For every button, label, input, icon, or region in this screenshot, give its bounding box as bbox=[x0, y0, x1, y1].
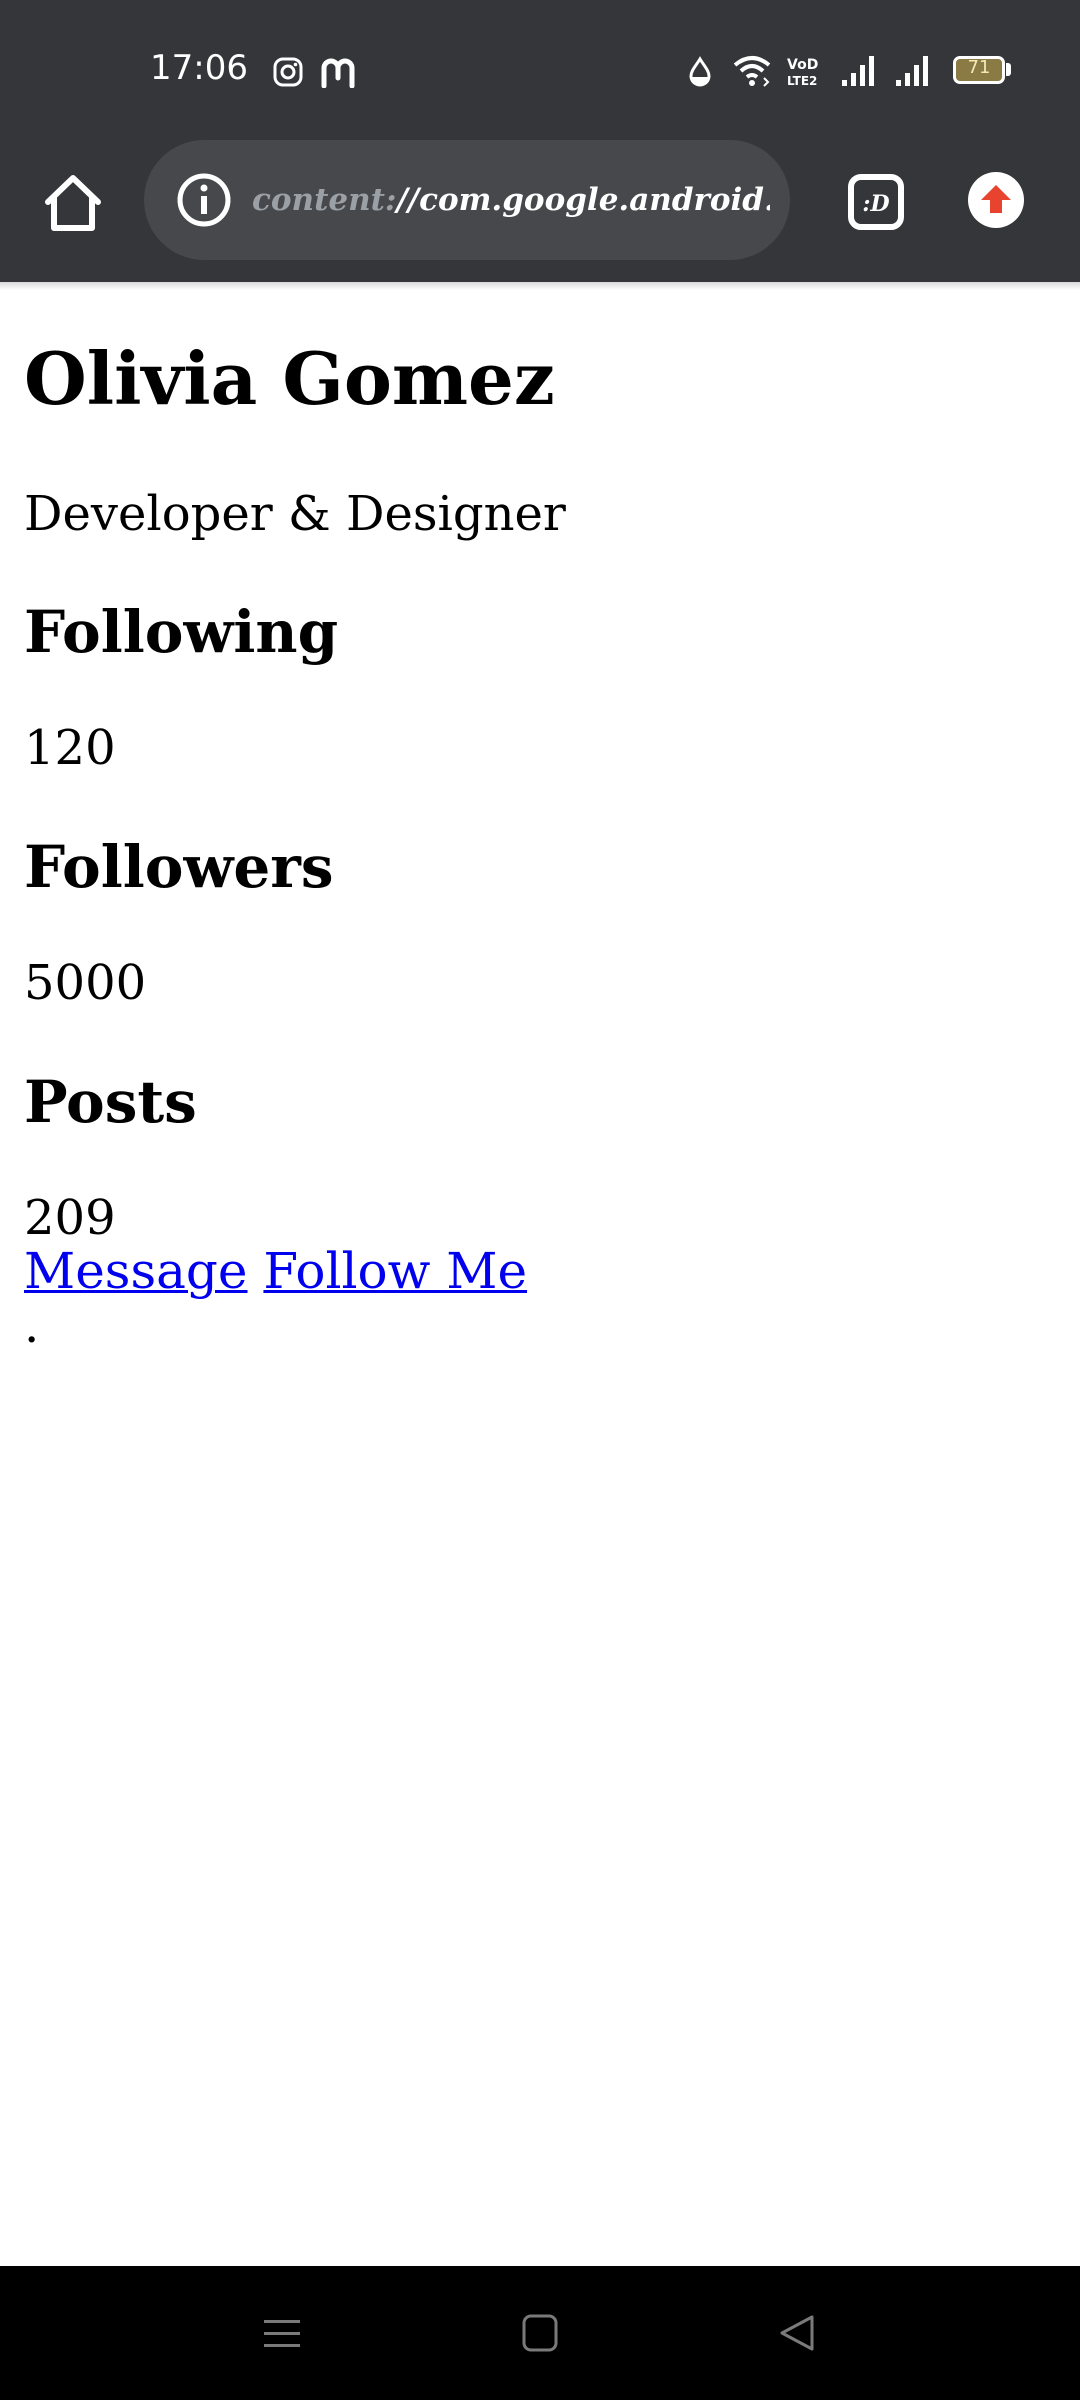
battery-cap bbox=[1006, 63, 1011, 76]
volte-icon: VoD LTE2 bbox=[787, 57, 818, 88]
profile-tagline: Developer & Designer bbox=[24, 486, 566, 542]
trailing-dot: . bbox=[24, 1298, 40, 1354]
url-scheme: content: bbox=[252, 182, 397, 218]
stat-value-following: 120 bbox=[24, 720, 116, 776]
svg-text:VoD: VoD bbox=[787, 57, 818, 73]
action-links: Message Follow Me bbox=[24, 1242, 527, 1300]
mastodon-icon bbox=[321, 58, 355, 88]
battery-level: 71 bbox=[967, 57, 991, 78]
instagram-icon bbox=[273, 57, 303, 87]
signal-icon bbox=[842, 56, 874, 86]
home-square-icon[interactable] bbox=[520, 2312, 560, 2354]
signal-icon bbox=[896, 56, 928, 86]
status-bar: 17:06 VoD LTE2 71 bbox=[0, 0, 1080, 140]
home-icon[interactable] bbox=[40, 170, 106, 236]
stat-label-followers: Followers bbox=[24, 833, 334, 901]
info-icon[interactable] bbox=[176, 172, 232, 228]
back-triangle-icon[interactable] bbox=[776, 2312, 818, 2354]
tab-switcher-icon[interactable]: :D bbox=[846, 172, 906, 232]
message-link[interactable]: Message bbox=[24, 1242, 248, 1300]
svg-text:LTE2: LTE2 bbox=[787, 74, 817, 88]
follow-me-link[interactable]: Follow Me bbox=[263, 1242, 527, 1300]
recents-menu-icon[interactable] bbox=[262, 2314, 302, 2354]
stat-value-posts: 209 bbox=[24, 1190, 116, 1246]
stat-label-posts: Posts bbox=[24, 1068, 197, 1136]
navigation-bar bbox=[0, 2266, 1080, 2400]
wifi-icon bbox=[733, 56, 771, 87]
address-bar[interactable]: content://com.google.android.ap bbox=[144, 140, 790, 260]
url-text[interactable]: content://com.google.android.ap bbox=[252, 140, 770, 260]
stat-label-following: Following bbox=[24, 598, 339, 666]
svg-text::D: :D bbox=[862, 191, 889, 217]
toolbar-shadow bbox=[0, 282, 1080, 290]
profile-name: Olivia Gomez bbox=[24, 336, 555, 421]
data-saver-icon bbox=[689, 56, 711, 87]
browser-toolbar: content://com.google.android.ap :D bbox=[0, 140, 1080, 282]
url-path: //com.google.android.ap bbox=[396, 182, 770, 218]
stat-value-followers: 5000 bbox=[24, 955, 147, 1011]
battery-icon: 71 bbox=[953, 56, 1005, 84]
status-time: 17:06 bbox=[150, 48, 248, 88]
update-icon[interactable] bbox=[966, 170, 1026, 230]
